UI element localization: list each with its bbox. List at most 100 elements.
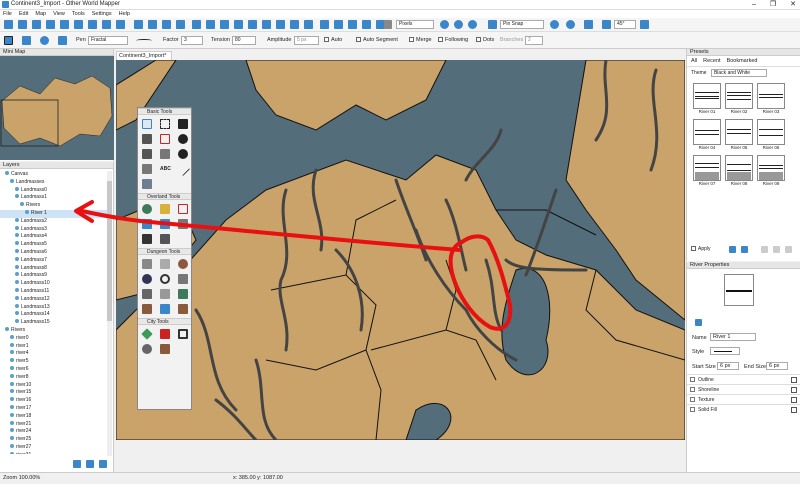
stroke-preview-icon[interactable] (136, 39, 152, 42)
layer-visibility-icon[interactable] (15, 248, 19, 253)
preset-item[interactable]: River 02 (725, 83, 753, 114)
following-checkbox[interactable]: Following (438, 37, 468, 43)
layer-visibility-icon[interactable] (10, 428, 14, 433)
fence-icon[interactable] (160, 344, 170, 354)
section-shoreline[interactable]: Shoreline (687, 384, 800, 394)
polygon-tool-icon[interactable] (58, 36, 67, 45)
plaza-icon[interactable] (178, 329, 188, 339)
rock-icon[interactable] (178, 259, 188, 269)
preset-import-icon[interactable] (741, 246, 748, 253)
table-icon[interactable] (160, 289, 170, 299)
unlink-icon[interactable] (334, 20, 343, 29)
region-icon[interactable] (178, 204, 188, 214)
pentagon-tool-icon[interactable] (142, 179, 152, 189)
basic-tools-header[interactable]: Basic Tools (138, 108, 191, 115)
layer-visibility-icon[interactable] (5, 171, 9, 175)
ruler-icon[interactable] (384, 20, 392, 29)
layer-visibility-icon[interactable] (15, 241, 19, 246)
layer-row[interactable]: Landmass9 (0, 272, 107, 280)
layer-row[interactable]: River 1 (0, 209, 107, 218)
layer-visibility-icon[interactable] (15, 256, 19, 261)
railroad-tool-icon[interactable] (160, 234, 170, 244)
layer-row[interactable]: river1 (0, 342, 107, 351)
end-size-field[interactable]: 6 px (766, 362, 788, 370)
open-icon[interactable] (18, 20, 27, 29)
door-wood-icon[interactable] (142, 304, 152, 314)
layer-visibility-icon[interactable] (15, 225, 19, 230)
preset-item[interactable]: River 01 (693, 83, 721, 114)
share-icon[interactable] (695, 319, 702, 326)
preset-item[interactable]: River 09 (757, 155, 785, 186)
preset-item[interactable]: River 05 (725, 119, 753, 150)
tab-all[interactable]: All (691, 58, 697, 64)
layer-row[interactable]: river15 (0, 389, 107, 397)
menu-help[interactable]: Help (119, 10, 130, 18)
grid-icon[interactable] (488, 20, 497, 29)
angle-icon[interactable] (602, 20, 611, 29)
factor-field[interactable]: 3 (181, 36, 203, 45)
erase-icon[interactable] (178, 149, 188, 159)
layer-row[interactable]: river16 (0, 397, 107, 405)
layer-row[interactable]: Canvas (0, 171, 107, 179)
ruler-tool-icon[interactable] (142, 164, 152, 174)
minimap-view[interactable] (0, 56, 114, 160)
flip-vertical-icon[interactable] (148, 20, 157, 29)
align-bottom-icon[interactable] (262, 20, 271, 29)
layer-visibility-icon[interactable] (10, 420, 14, 425)
layer-visibility-icon[interactable] (10, 412, 14, 417)
layer-visibility-icon[interactable] (10, 365, 14, 370)
layer-row[interactable]: river5 (0, 358, 107, 366)
layer-row[interactable]: river31 (0, 451, 107, 454)
layer-visibility-icon[interactable] (10, 389, 14, 394)
line-tool-icon[interactable] (175, 161, 191, 177)
tab-bookmarked[interactable]: Bookmarked (727, 58, 758, 64)
layer-row[interactable]: Landmass10 (0, 280, 107, 288)
layer-row[interactable]: Landmass8 (0, 264, 107, 273)
image-icon[interactable] (640, 20, 649, 29)
overland-tools-header[interactable]: Overland Tools (138, 193, 191, 200)
layer-row[interactable]: Landmass7 (0, 256, 107, 265)
layer-row[interactable]: river0 (0, 334, 107, 343)
new-icon[interactable] (4, 20, 13, 29)
pen-tool-icon[interactable] (4, 36, 13, 45)
preset-delete-icon[interactable] (785, 246, 792, 253)
layer-visibility-icon[interactable] (15, 186, 19, 191)
layer-row[interactable]: Landmass4 (0, 233, 107, 241)
pen-select[interactable]: Fractal (88, 36, 128, 45)
menu-file[interactable]: File (3, 10, 12, 18)
window-icon[interactable] (160, 304, 170, 314)
section-texture[interactable]: Texture (687, 394, 800, 404)
tree-icon[interactable] (142, 204, 152, 214)
style-select[interactable] (710, 347, 740, 355)
undo-icon[interactable] (362, 20, 371, 29)
dots-checkbox[interactable]: Dots (476, 37, 494, 43)
pan-hand-icon[interactable] (142, 149, 152, 159)
layer-row[interactable]: Landmass3 (0, 225, 107, 234)
branches-field[interactable]: 2 (525, 36, 543, 45)
wall-icon[interactable] (142, 259, 152, 269)
copy-icon[interactable] (102, 20, 111, 29)
fountain-icon[interactable] (142, 344, 152, 354)
layer-visibility-icon[interactable] (15, 264, 19, 269)
layer-visibility-icon[interactable] (10, 381, 14, 386)
group-icon[interactable] (290, 20, 299, 29)
layer-visibility-icon[interactable] (15, 233, 19, 238)
zoom-in-icon[interactable] (440, 20, 449, 29)
units-select[interactable]: Pixels (396, 20, 434, 29)
cut-icon[interactable] (88, 20, 97, 29)
layer-visibility-icon[interactable] (10, 436, 14, 441)
angle-select[interactable]: 45° (614, 20, 636, 29)
align-middle-icon[interactable] (248, 20, 257, 29)
marquee-icon[interactable] (160, 119, 170, 129)
auto-checkbox[interactable]: Auto (324, 37, 342, 43)
export-icon[interactable] (46, 20, 55, 29)
layer-row[interactable]: Landmass14 (0, 311, 107, 319)
layer-row[interactable]: river10 (0, 381, 107, 390)
layer-visibility-icon[interactable] (10, 178, 14, 183)
tension-field[interactable]: 80 (232, 36, 256, 45)
layer-visibility-icon[interactable] (10, 342, 14, 347)
building-icon[interactable] (160, 329, 170, 339)
river-tool-icon[interactable] (160, 219, 170, 229)
layer-visibility-icon[interactable] (10, 404, 14, 409)
preset-item[interactable]: River 04 (693, 119, 721, 150)
